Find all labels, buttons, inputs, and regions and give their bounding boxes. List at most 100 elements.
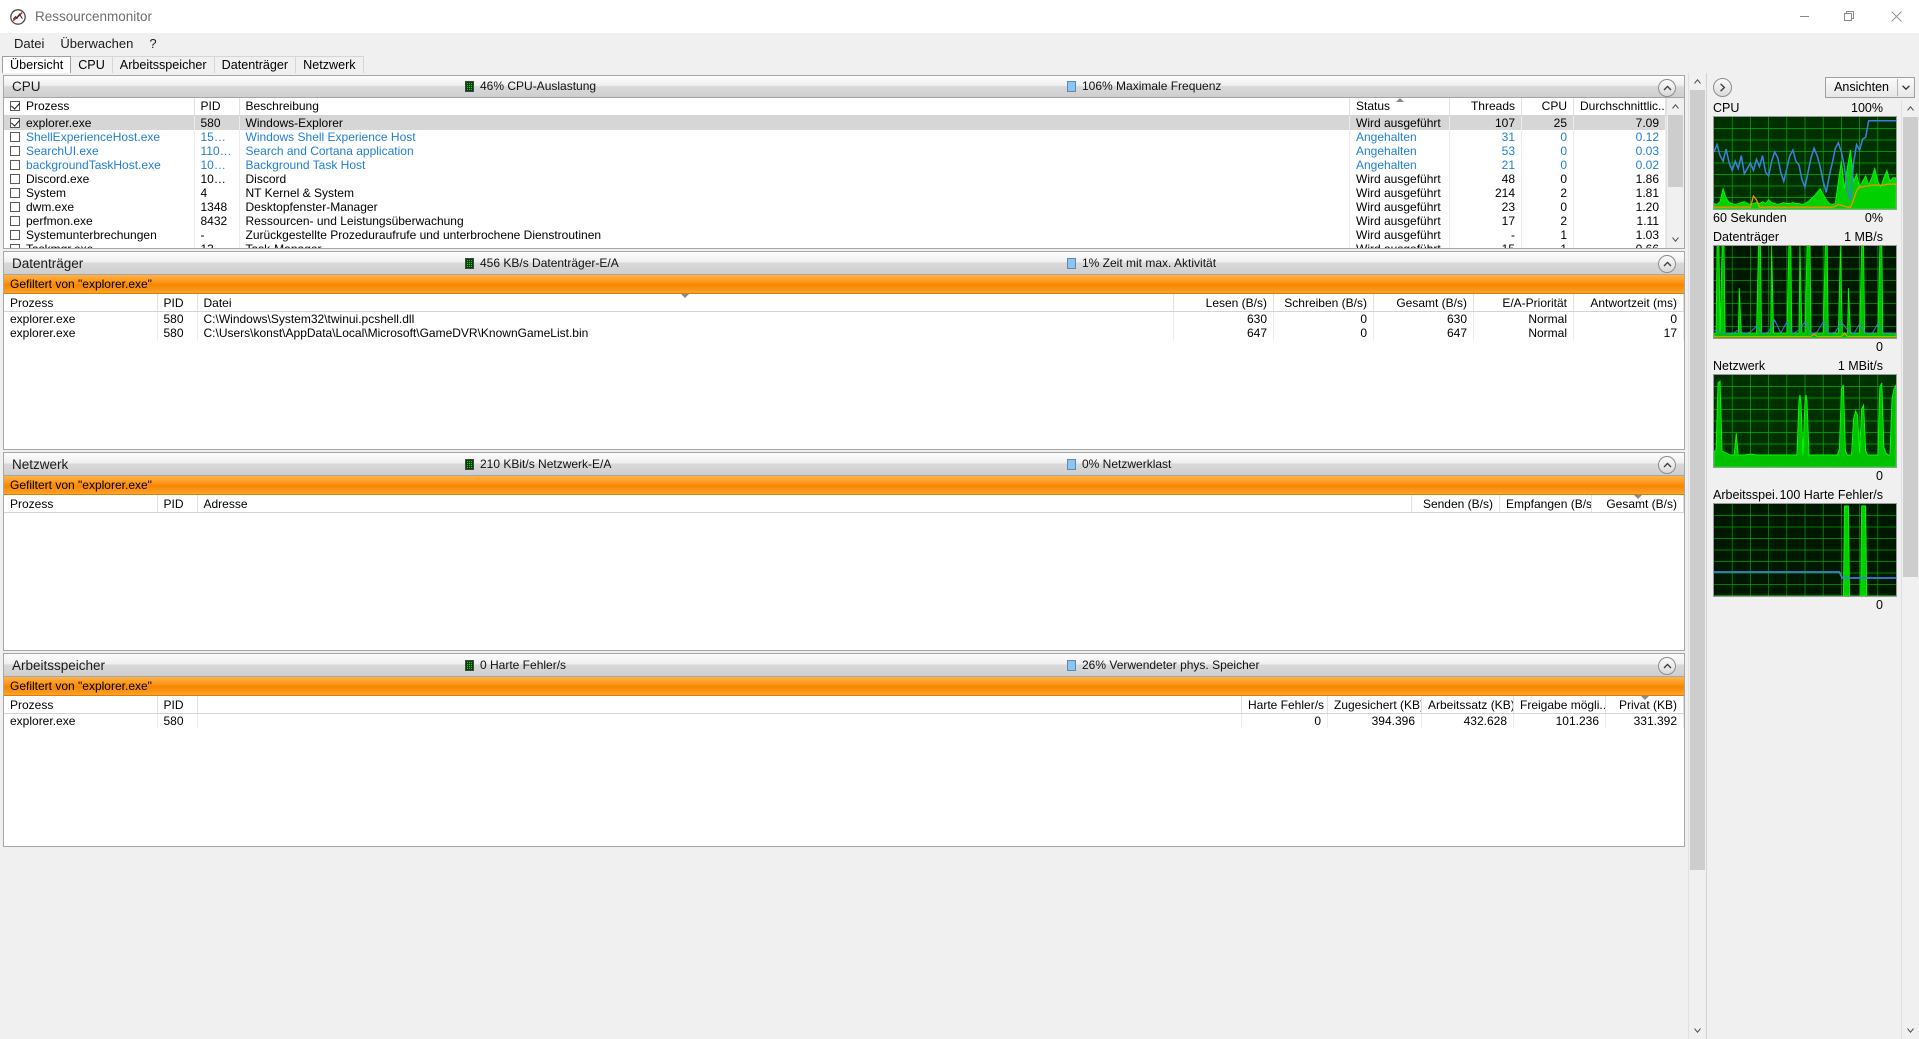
cpu-table-scrollbar[interactable]: [1666, 97, 1684, 248]
expand-panel-button[interactable]: [1713, 77, 1732, 97]
network-collapse-button[interactable]: [1658, 456, 1676, 474]
right-scroll-up-arrow[interactable]: [1902, 100, 1919, 117]
memory-process-table[interactable]: Prozess PID Harte Fehler/s Zugesichert (…: [4, 696, 1684, 728]
table-row[interactable]: perfmon.exe 8432 Ressourcen- und Leistungs…: [4, 213, 1666, 228]
memory-graph-canvas: [1714, 504, 1896, 596]
network-col-gesamt[interactable]: Gesamt (B/s): [1591, 495, 1684, 513]
network-address-table[interactable]: Prozess PID Adresse Senden (B/s) Empfang…: [4, 495, 1684, 513]
cpu-col-prozess[interactable]: Prozess: [4, 97, 195, 116]
network-col-prozess[interactable]: Prozess: [4, 495, 158, 513]
row-checkbox[interactable]: [10, 173, 20, 184]
disk-collapse-button[interactable]: [1658, 255, 1676, 273]
cpu-scroll-thumb[interactable]: [1668, 114, 1683, 187]
cpu-col-beschreibung[interactable]: Beschreibung: [239, 97, 1350, 116]
select-all-checkbox[interactable]: [10, 101, 20, 112]
disk-col-datei[interactable]: Datei: [197, 294, 1174, 312]
table-row[interactable]: dwm.exe 1348 Desktopfenster-Manager Wird au…: [4, 199, 1666, 214]
memory-col-arbeitssatz[interactable]: Arbeitssatz (KB): [1421, 696, 1514, 714]
disk-col-lesen[interactable]: Lesen (B/s): [1173, 294, 1274, 312]
memory-col-privat[interactable]: Privat (KB): [1605, 696, 1684, 714]
row-checkbox[interactable]: [10, 243, 20, 248]
table-row[interactable]: System 4 NT Kernel & System Wird ausgeführt…: [4, 185, 1666, 200]
memory-filter-label: Gefiltert von "explorer.exe": [10, 679, 152, 693]
row-checkbox[interactable]: [10, 187, 20, 198]
row-checkbox[interactable]: [10, 215, 20, 226]
page-scrollbar[interactable]: [1688, 73, 1706, 1039]
graphs-container: CPU 100% 60 Sekunden 0% Datenträger 1 MB…: [1707, 100, 1901, 1039]
cpu-section-header[interactable]: CPU 46% CPU-Auslastung 106% Maximale Fre…: [4, 76, 1684, 98]
disk-col-gesamt[interactable]: Gesamt (B/s): [1373, 294, 1474, 312]
menu-item-ueberwachen[interactable]: Überwachen: [52, 34, 141, 53]
cpu-col-pid[interactable]: PID: [194, 97, 240, 116]
cpu-table-body: explorer.exe 580 Windows-Explorer Wird ausg…: [4, 115, 1666, 248]
disk-col-prioritaet[interactable]: E/A-Priorität: [1473, 294, 1574, 312]
views-dropdown-button[interactable]: Ansichten: [1825, 76, 1915, 98]
memory-col-freigabe[interactable]: Freigabe mögli...: [1513, 696, 1606, 714]
row-checkbox[interactable]: [10, 159, 20, 170]
row-checkbox[interactable]: [10, 131, 20, 142]
menu-item-datei[interactable]: Datei: [6, 34, 52, 53]
table-row[interactable]: SearchUI.exe 11080 Search and Cortana appl…: [4, 143, 1666, 158]
network-col-pid[interactable]: PID: [157, 495, 198, 513]
memory-col-pid[interactable]: PID: [157, 696, 198, 714]
close-button[interactable]: [1873, 0, 1919, 33]
chevron-down-icon[interactable]: [1898, 84, 1914, 90]
table-row[interactable]: Taskmgr.exe13256Task-ManagerWird ausgefü…: [4, 241, 1666, 248]
page-scroll-down-arrow[interactable]: [1689, 1022, 1706, 1039]
disk-col-prozess[interactable]: Prozess: [4, 294, 158, 312]
network-metric-load: 0% Netzwerklast: [1067, 457, 1171, 471]
cpu-col-status[interactable]: Status: [1349, 97, 1450, 116]
tab-netzwerk[interactable]: Netzwerk: [295, 56, 364, 73]
table-row[interactable]: ShellExperienceHost.exe 15920 Windows Shel…: [4, 129, 1666, 144]
row-checkbox[interactable]: [10, 229, 20, 240]
cpu-col-durchschnitt[interactable]: Durchschnittlic...: [1573, 97, 1666, 116]
cpu-process-table[interactable]: Prozess PID Beschreibung Status Threads …: [4, 97, 1666, 248]
table-row[interactable]: explorer.exe 580 C:\Users\konst\AppData\Lo…: [4, 326, 1684, 340]
disk-col-schreiben[interactable]: Schreiben (B/s): [1273, 294, 1374, 312]
minimize-button[interactable]: [1781, 0, 1827, 33]
table-row[interactable]: explorer.exe 580 C:\Windows\System32\twinu…: [4, 311, 1684, 326]
memory-section-title: Arbeitsspeicher: [12, 657, 106, 673]
disk-col-pid[interactable]: PID: [157, 294, 198, 312]
tab-arbeitsspeicher[interactable]: Arbeitsspeicher: [111, 56, 215, 73]
memory-col-hartefehler[interactable]: Harte Fehler/s: [1241, 696, 1328, 714]
cpu-collapse-button[interactable]: [1658, 79, 1676, 97]
row-checkbox[interactable]: [10, 201, 20, 212]
right-scroll-down-arrow[interactable]: [1902, 1022, 1919, 1039]
menu-item-help[interactable]: ?: [141, 34, 164, 53]
table-row[interactable]: Systemunterbrechungen - Zurückgestellte Pr…: [4, 227, 1666, 242]
table-row[interactable]: explorer.exe 580 Windows-Explorer Wird ausg…: [4, 115, 1666, 130]
row-checkbox[interactable]: [10, 117, 20, 128]
table-row[interactable]: Discord.exe 10888 Discord Wird ausgeführt 48…: [4, 171, 1666, 186]
tab-uebersicht[interactable]: Übersicht: [2, 56, 72, 73]
window-title: Ressourcenmonitor: [35, 9, 153, 24]
maximize-button[interactable]: [1827, 0, 1873, 33]
cpu-col-cpu[interactable]: CPU: [1521, 97, 1574, 116]
cpu-graph-top-labels: CPU 100%: [1713, 100, 1897, 116]
disk-section-header[interactable]: Datenträger 456 KB/s Datenträger-E/A 1% …: [4, 252, 1684, 275]
memory-col-prozess[interactable]: Prozess: [4, 696, 158, 714]
right-pane-scrollbar[interactable]: [1901, 100, 1919, 1039]
cpu-col-threads[interactable]: Threads: [1449, 97, 1522, 116]
memory-collapse-button[interactable]: [1658, 657, 1676, 675]
right-pane-toolbar: Ansichten: [1707, 73, 1919, 100]
network-col-senden[interactable]: Senden (B/s): [1411, 495, 1500, 513]
memory-col-zugesichert[interactable]: Zugesichert (KB): [1327, 696, 1422, 714]
network-col-empfangen[interactable]: Empfangen (B/s): [1499, 495, 1592, 513]
table-row[interactable]: backgroundTaskHost.exe 10560 Background Ta…: [4, 157, 1666, 172]
cpu-metric-frequency: 106% Maximale Frequenz: [1067, 79, 1221, 93]
disk-col-antwortzeit[interactable]: Antwortzeit (ms): [1573, 294, 1684, 312]
right-scroll-thumb[interactable]: [1903, 117, 1918, 577]
page-scroll-up-arrow[interactable]: [1689, 73, 1706, 90]
cpu-scroll-up-arrow[interactable]: [1667, 97, 1684, 115]
network-col-adresse[interactable]: Adresse: [197, 495, 1412, 513]
page-scroll-thumb[interactable]: [1690, 90, 1705, 870]
tab-cpu[interactable]: CPU: [70, 56, 113, 73]
row-checkbox[interactable]: [10, 145, 20, 156]
network-section-header[interactable]: Netzwerk 210 KBit/s Netzwerk-E/A 0% Netz…: [4, 453, 1684, 476]
memory-section-header[interactable]: Arbeitsspeicher 0 Harte Fehler/s 26% Ver…: [4, 654, 1684, 677]
table-row[interactable]: explorer.exe 580 0 394.396 432.628 101.236 331…: [4, 713, 1684, 728]
cpu-scroll-down-arrow[interactable]: [1667, 231, 1684, 248]
disk-file-table[interactable]: Prozess PID Datei Lesen (B/s) Schreiben …: [4, 294, 1684, 340]
tab-datentraeger[interactable]: Datenträger: [213, 56, 297, 73]
